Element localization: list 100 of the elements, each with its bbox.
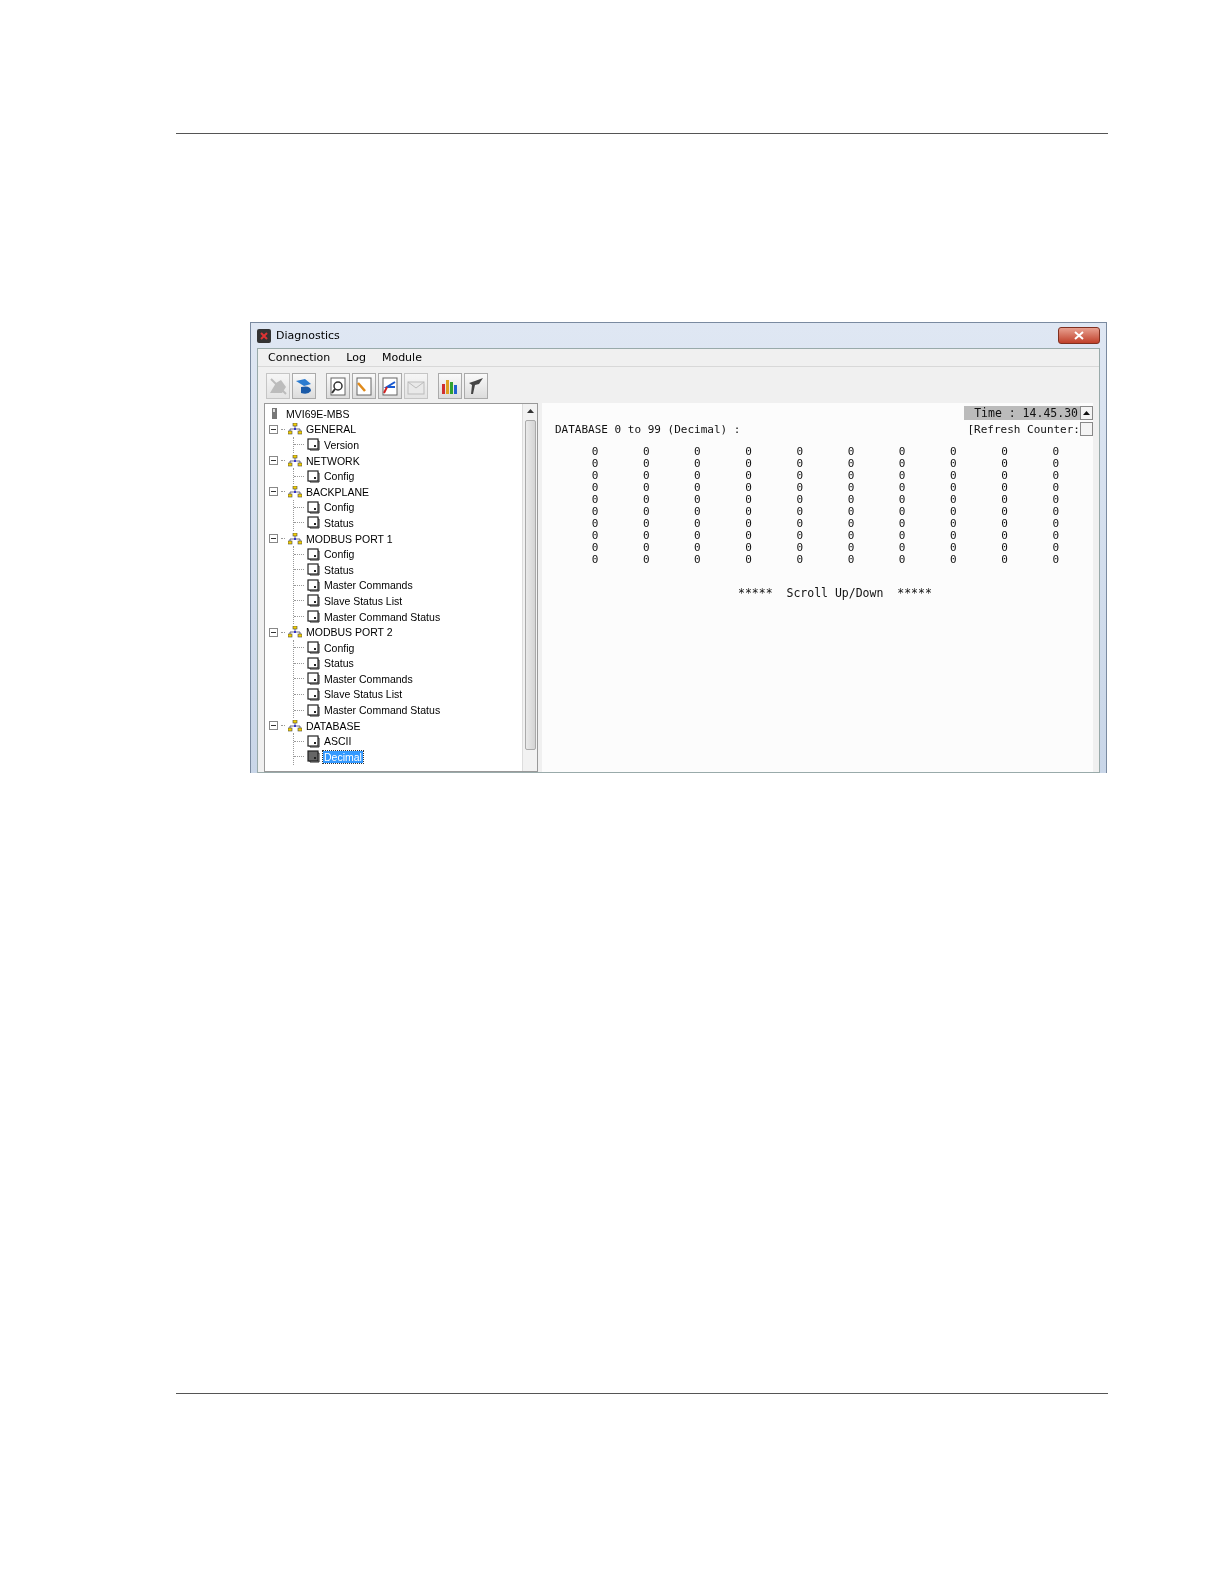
tree-item[interactable]: Status: [323, 516, 355, 529]
register-value: 0: [641, 506, 651, 518]
tree-item[interactable]: Status: [323, 563, 355, 576]
collapse-icon[interactable]: [269, 487, 278, 497]
register-value: 0: [693, 482, 702, 494]
register-value: 0: [846, 518, 856, 530]
register-value: 0: [590, 482, 600, 494]
register-value: 0: [744, 482, 753, 494]
collapse-icon[interactable]: [269, 721, 278, 731]
menu-item[interactable]: Connection: [262, 351, 337, 364]
menu-item[interactable]: Log: [340, 351, 372, 364]
tree-item[interactable]: Config: [323, 470, 356, 483]
register-value: 0: [1000, 458, 1009, 470]
register-value: 0: [744, 446, 753, 458]
page-icon: [307, 703, 320, 717]
tree-item[interactable]: Slave Status List: [323, 688, 404, 701]
toolbar-button[interactable]: [438, 373, 462, 399]
tree-item[interactable]: GENERAL: [305, 423, 358, 436]
collapse-icon[interactable]: [269, 424, 278, 434]
tree-item[interactable]: Config: [323, 501, 356, 514]
register-value: 0: [590, 458, 600, 470]
register-value: 0: [693, 542, 702, 554]
tree-item[interactable]: Status: [323, 657, 355, 670]
page-icon: [307, 656, 320, 670]
tree-item[interactable]: MODBUS PORT 2: [305, 626, 394, 639]
tree-item[interactable]: MODBUS PORT 1: [305, 532, 394, 545]
register-value: 0: [1000, 542, 1009, 554]
tree-item[interactable]: Master Commands: [323, 672, 414, 685]
scroll-hint: ***** Scroll Up/Down *****: [738, 586, 933, 600]
register-value: 0: [846, 494, 856, 506]
page-icon: [307, 750, 320, 764]
register-value: 0: [846, 470, 856, 482]
transfer-icon: [379, 375, 401, 397]
page-icon: [307, 688, 320, 701]
app-icon: [257, 328, 271, 343]
tree-item[interactable]: Master Command Status: [323, 610, 442, 623]
page-icon: [307, 469, 320, 483]
tree-item[interactable]: Config: [323, 641, 356, 654]
tree-item[interactable]: BACKPLANE: [305, 485, 371, 498]
register-value: 0: [641, 494, 651, 506]
register-value: 0: [897, 518, 907, 530]
edit-icon: [353, 375, 375, 397]
scroll-up-icon: [526, 409, 534, 413]
register-value: 0: [641, 554, 651, 566]
toolbar-button[interactable]: [464, 373, 488, 399]
tree-item[interactable]: MVI69E-MBS: [285, 407, 351, 420]
refresh-counter-label: [Refresh Counter:: [967, 422, 1080, 436]
register-value: 0: [744, 530, 753, 542]
close-icon: [1074, 331, 1084, 340]
register-value: 0: [1051, 554, 1060, 566]
register-value: 0: [795, 446, 805, 458]
register-value: 0: [795, 542, 805, 554]
tree-item[interactable]: Slave Status List: [323, 594, 404, 607]
toolbar-button[interactable]: [326, 373, 350, 399]
find-icon: [327, 375, 349, 397]
register-value: 0: [949, 530, 958, 542]
tree-item[interactable]: Master Commands: [323, 579, 414, 592]
network-icon: [288, 423, 302, 436]
register-value: 0: [949, 458, 958, 470]
scrollbar[interactable]: [522, 404, 537, 771]
tree-item[interactable]: Version: [323, 439, 361, 451]
tree-item[interactable]: ASCII: [323, 735, 353, 748]
register-value: 0: [795, 554, 805, 566]
close-button[interactable]: [1058, 327, 1100, 344]
page-icon: [307, 672, 320, 686]
register-value: 0: [744, 506, 753, 518]
register-value: 0: [641, 542, 651, 554]
toolbar-button[interactable]: [292, 373, 316, 399]
tree-item[interactable]: DATABASE: [305, 719, 362, 732]
register-value: 0: [846, 506, 856, 518]
register-value: 0: [795, 482, 805, 494]
register-value: 0: [744, 494, 753, 506]
register-value: 0: [846, 482, 856, 494]
register-value: 0: [897, 530, 907, 542]
register-value: 0: [1051, 458, 1060, 470]
collapse-icon[interactable]: [269, 627, 278, 637]
page-icon: [307, 516, 320, 530]
register-value: 0: [1000, 470, 1009, 482]
time-readout: Time : 14.45.30: [964, 406, 1080, 420]
tree-item[interactable]: Master Command Status: [323, 704, 442, 717]
register-value: 0: [897, 446, 907, 458]
network-icon: [288, 626, 302, 639]
tree-item[interactable]: Config: [323, 548, 356, 561]
register-value: 0: [744, 470, 753, 482]
tree-item[interactable]: NETWORK: [305, 454, 361, 467]
collapse-icon[interactable]: [269, 534, 278, 544]
register-value: 0: [949, 446, 958, 458]
register-value: 0: [795, 458, 805, 470]
page-icon: [307, 734, 320, 748]
register-value: 0: [1000, 518, 1009, 530]
toolbar-button[interactable]: [378, 373, 402, 399]
database-heading: DATABASE 0 to 99 (Decimal) :: [555, 422, 741, 436]
register-value: 0: [897, 554, 907, 566]
menu-item[interactable]: Module: [375, 351, 428, 364]
register-value: 0: [693, 470, 702, 482]
register-value: 0: [590, 470, 600, 482]
register-value: 0: [795, 530, 805, 542]
page-icon: [307, 563, 320, 577]
register-value: 0: [693, 458, 702, 470]
collapse-icon[interactable]: [269, 456, 278, 466]
